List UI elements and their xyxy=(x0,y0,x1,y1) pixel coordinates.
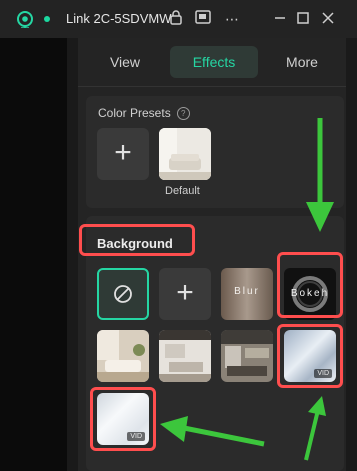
blur-background-tile[interactable]: Blur xyxy=(221,268,273,320)
background-image-kitchen[interactable] xyxy=(221,330,273,382)
bottom-video-highlight xyxy=(90,387,156,451)
lock-icon[interactable] xyxy=(166,9,186,29)
close-button[interactable] xyxy=(318,9,338,29)
maximize-button[interactable] xyxy=(293,9,313,29)
connection-status-dot xyxy=(44,16,50,22)
tab-effects[interactable]: Effects xyxy=(170,46,258,78)
tab-more[interactable]: More xyxy=(261,46,343,78)
app-logo-icon xyxy=(17,11,33,28)
green-arrow-left-icon xyxy=(160,416,265,447)
green-arrow-up-icon xyxy=(304,396,326,461)
color-presets-label: Color Presets xyxy=(98,106,171,120)
living-room-image-icon xyxy=(97,330,149,382)
window-title: Link 2C-5SDVMW xyxy=(66,11,172,26)
tab-divider xyxy=(78,86,346,87)
minimize-button[interactable] xyxy=(270,9,290,29)
no-background-button[interactable] xyxy=(97,268,149,320)
title-bar: Link 2C-5SDVMW ⋯ xyxy=(0,0,357,38)
add-background-button[interactable]: + xyxy=(159,268,211,320)
tab-bar: View Effects More xyxy=(78,42,346,82)
background-image-living-room[interactable] xyxy=(97,330,149,382)
default-preset-thumbnail[interactable] xyxy=(159,128,211,180)
kitchen-image-icon xyxy=(221,330,273,382)
background-title-highlight xyxy=(79,224,195,256)
default-preset-label: Default xyxy=(165,185,200,197)
bokeh-highlight xyxy=(277,252,343,318)
picture-in-picture-icon[interactable] xyxy=(193,9,213,29)
info-icon[interactable]: ? xyxy=(176,107,190,121)
green-arrow-down-icon xyxy=(306,118,334,232)
color-presets-title: Color Presets? xyxy=(98,106,190,121)
camera-preview-area xyxy=(0,38,67,471)
tab-view[interactable]: View xyxy=(82,46,168,78)
add-color-preset-button[interactable]: + xyxy=(97,128,149,180)
living-room-thumbnail-icon xyxy=(159,128,211,180)
more-options-icon[interactable]: ⋯ xyxy=(222,9,242,29)
office-image-icon xyxy=(159,330,211,382)
blur-label: Blur xyxy=(234,286,260,297)
background-image-office[interactable] xyxy=(159,330,211,382)
none-icon xyxy=(114,285,132,303)
video-tile-highlight xyxy=(277,324,343,388)
